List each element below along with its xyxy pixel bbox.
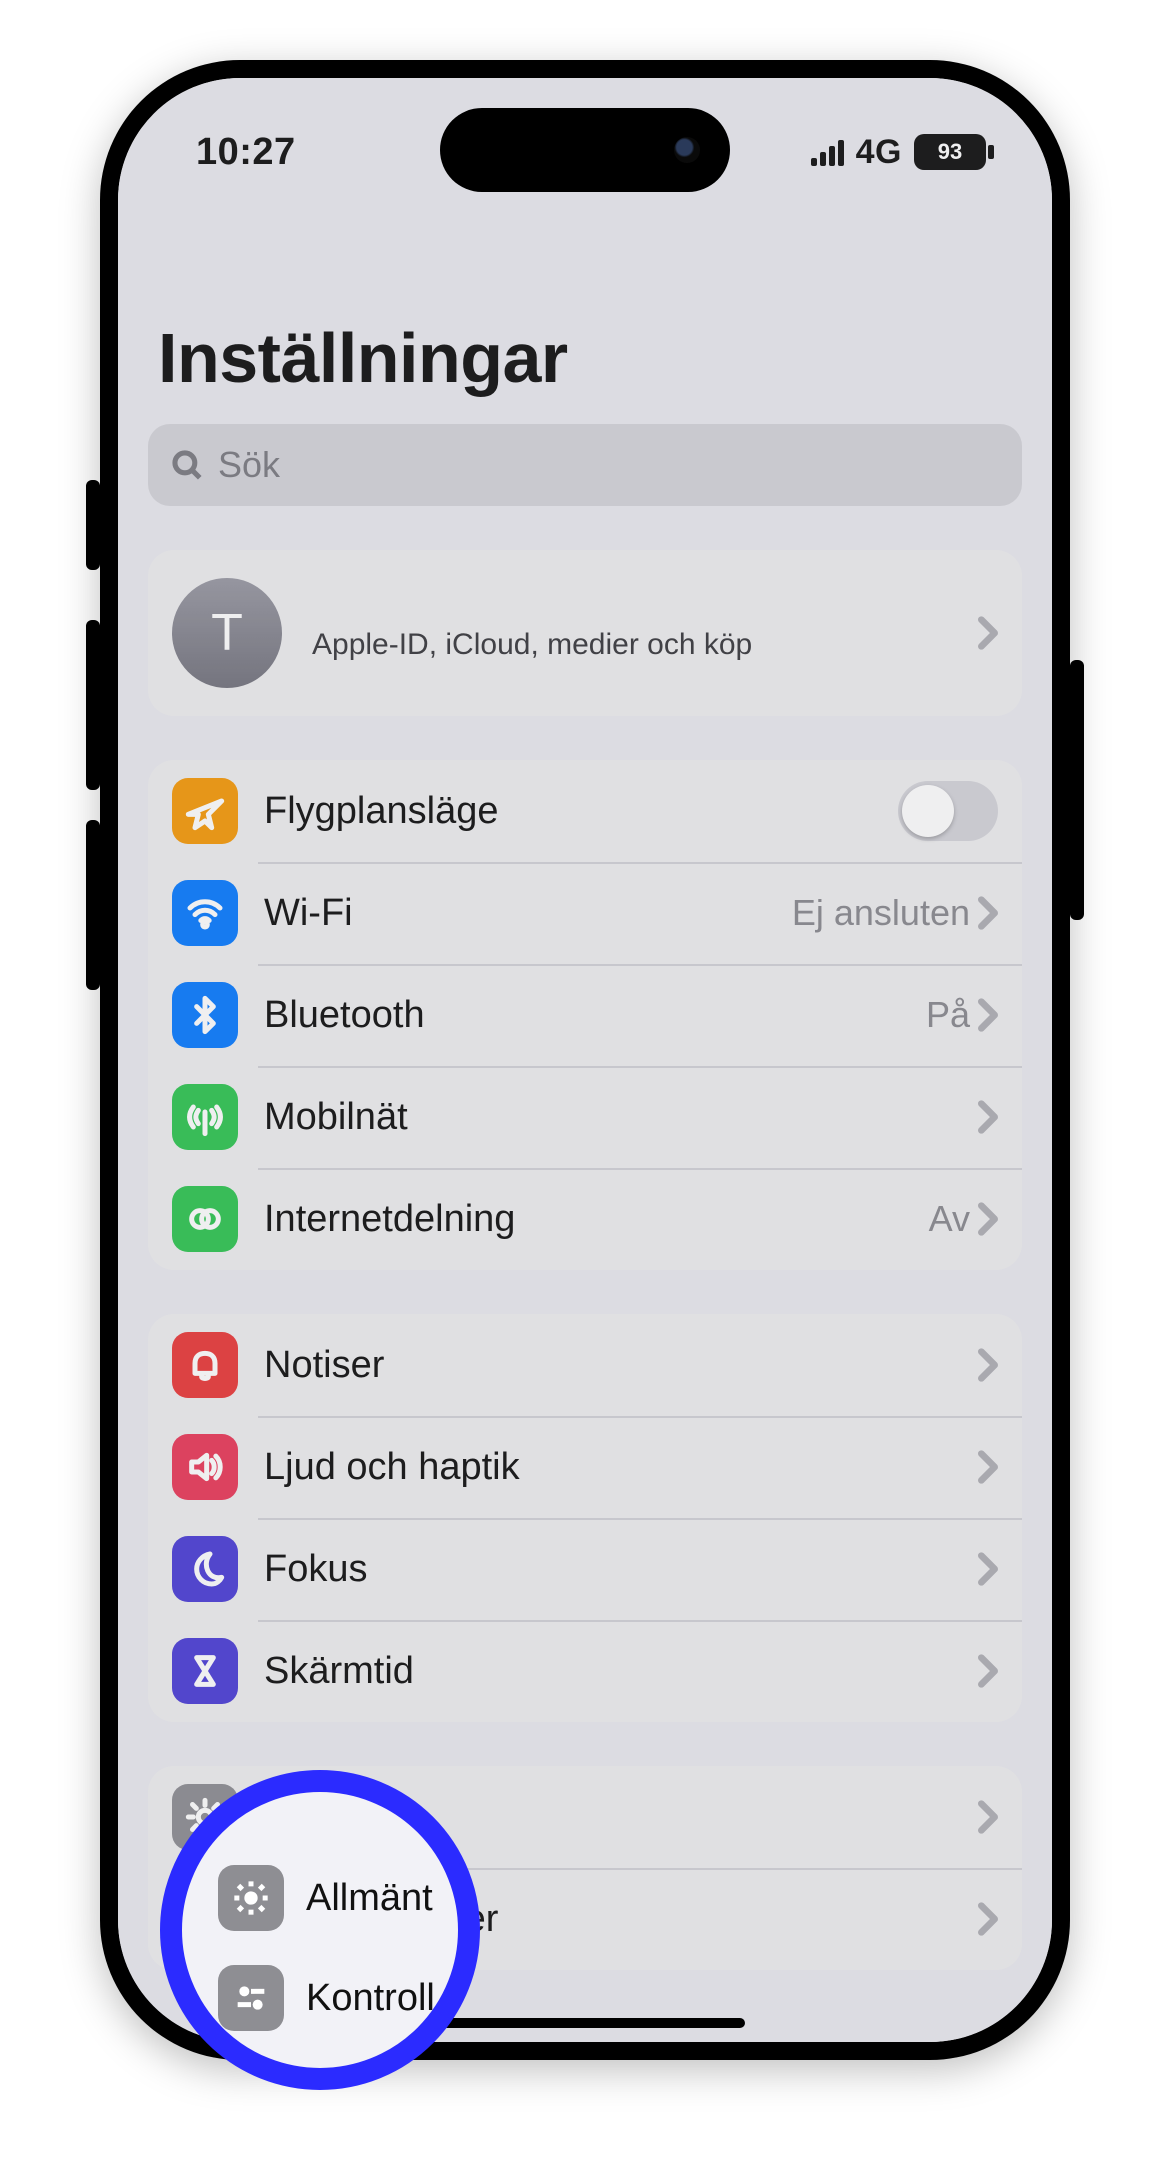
account-group: T Apple-ID, iCloud, medier och köp [148, 550, 1022, 716]
airplane-mode-row[interactable]: Flygplansläge [148, 760, 1022, 862]
page-title: Inställningar [118, 208, 1052, 424]
alerts-group: Notiser Ljud och haptik [148, 1314, 1022, 1722]
chevron-right-icon [978, 1902, 998, 1936]
sounds-label: Ljud och haptik [264, 1446, 978, 1489]
hotspot-value: Av [929, 1198, 970, 1240]
controlcenter-row[interactable]: Kontrollcenter [148, 1868, 1022, 1970]
chevron-right-icon [978, 1552, 998, 1586]
hotspot-row[interactable]: Internetdelning Av [148, 1168, 1022, 1270]
chevron-right-icon [978, 1654, 998, 1688]
speaker-icon [172, 1434, 238, 1500]
sliders-icon [172, 1886, 238, 1952]
wifi-label: Wi-Fi [264, 892, 792, 935]
screentime-label: Skärmtid [264, 1650, 978, 1693]
volume-down-button [86, 820, 100, 990]
search-placeholder: Sök [218, 444, 280, 486]
bluetooth-label: Bluetooth [264, 994, 926, 1037]
airplane-mode-label: Flygplansläge [264, 790, 886, 833]
hotspot-icon [172, 1186, 238, 1252]
apple-id-row[interactable]: T Apple-ID, iCloud, medier och köp [148, 550, 1022, 716]
hourglass-icon [172, 1638, 238, 1704]
gear-icon [172, 1784, 238, 1850]
chevron-right-icon [978, 1450, 998, 1484]
avatar: T [172, 578, 282, 688]
apple-id-subtitle: Apple-ID, iCloud, medier och köp [312, 604, 978, 662]
search-icon [170, 448, 204, 482]
chevron-right-icon [978, 1100, 998, 1134]
home-indicator[interactable] [425, 2018, 745, 2028]
battery-icon: 93 [914, 134, 986, 170]
airplane-mode-switch[interactable] [898, 781, 998, 841]
cellular-row[interactable]: Mobilnät [148, 1066, 1022, 1168]
status-time: 10:27 [178, 103, 296, 174]
sounds-row[interactable]: Ljud och haptik [148, 1416, 1022, 1518]
dynamic-island [440, 108, 730, 192]
controlcenter-label: Kontrollcenter [264, 1898, 978, 1941]
search-input[interactable]: Sök [148, 424, 1022, 506]
cellular-icon [172, 1084, 238, 1150]
chevron-right-icon [978, 616, 998, 650]
bluetooth-icon [172, 982, 238, 1048]
screentime-row[interactable]: Skärmtid [148, 1620, 1022, 1722]
network-type-label: 4G [856, 133, 902, 172]
general-row[interactable]: Allmänt [148, 1766, 1022, 1868]
bell-icon [172, 1332, 238, 1398]
bluetooth-value: På [926, 994, 970, 1036]
wifi-row[interactable]: Wi-Fi Ej ansluten [148, 862, 1022, 964]
wifi-value: Ej ansluten [792, 892, 970, 934]
silent-switch [86, 480, 100, 570]
general-label: Allmänt [264, 1796, 978, 1839]
focus-row[interactable]: Fokus [148, 1518, 1022, 1620]
chevron-right-icon [978, 1348, 998, 1382]
chevron-right-icon [978, 896, 998, 930]
notifications-label: Notiser [264, 1344, 978, 1387]
focus-label: Fokus [264, 1548, 978, 1591]
moon-icon [172, 1536, 238, 1602]
screen: 10:27 4G 93 Inställningar Sök [118, 78, 1052, 2042]
system-group: Allmänt Kontrollcenter [148, 1766, 1022, 1970]
cellular-signal-icon [811, 138, 844, 166]
hotspot-label: Internetdelning [264, 1198, 929, 1241]
power-button [1070, 660, 1084, 920]
connectivity-group: Flygplansläge Wi-Fi Ej ansluten [148, 760, 1022, 1270]
phone-frame: 10:27 4G 93 Inställningar Sök [100, 60, 1070, 2060]
chevron-right-icon [978, 998, 998, 1032]
airplane-icon [172, 778, 238, 844]
chevron-right-icon [978, 1800, 998, 1834]
wifi-icon [172, 880, 238, 946]
volume-up-button [86, 620, 100, 790]
chevron-right-icon [978, 1202, 998, 1236]
cellular-label: Mobilnät [264, 1096, 978, 1139]
notifications-row[interactable]: Notiser [148, 1314, 1022, 1416]
bluetooth-row[interactable]: Bluetooth På [148, 964, 1022, 1066]
